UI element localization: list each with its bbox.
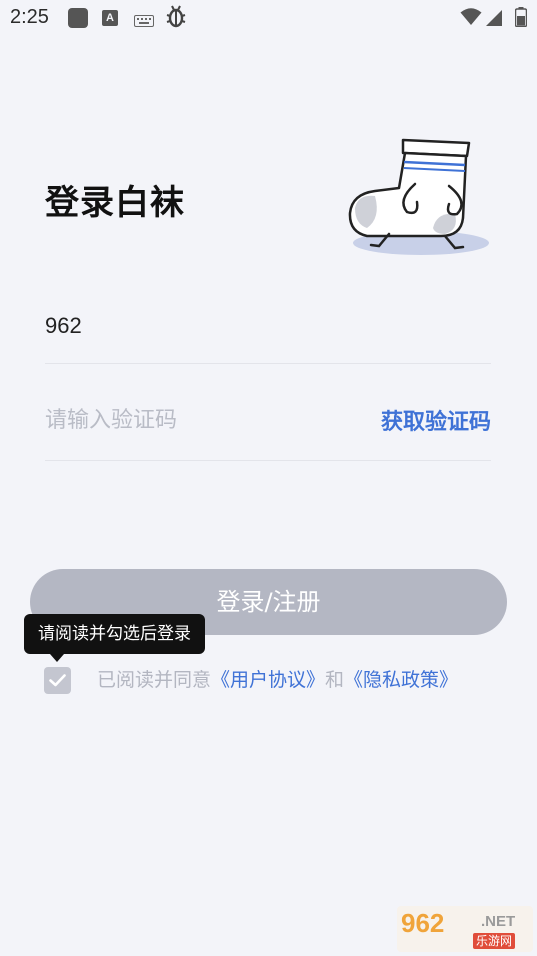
status-time: 2:25 — [10, 6, 49, 28]
check-icon — [49, 674, 66, 687]
keyboard-icon — [134, 12, 154, 31]
page-title: 登录白袜 — [45, 183, 185, 223]
agreement-conjunction: 和 — [325, 669, 345, 691]
watermark-subtitle: 乐游网 — [473, 933, 516, 949]
agreement-checkbox[interactable] — [44, 667, 71, 694]
user-agreement-link[interactable]: 《用户协议》 — [211, 669, 325, 691]
get-code-button[interactable]: 获取验证码 — [381, 404, 491, 436]
phone-input-value[interactable]: 962 — [45, 313, 82, 339]
square-app-icon — [68, 8, 88, 28]
phone-field[interactable]: 962 — [45, 305, 491, 364]
sock-mascot-illustration — [345, 128, 490, 264]
a-letter-icon: A — [102, 10, 118, 26]
tooltip-arrow — [50, 654, 64, 662]
agreement-tooltip: 请阅读并勾选后登录 — [24, 614, 205, 654]
agreement-prefix: 已阅读并同意 — [97, 669, 212, 691]
verification-code-input[interactable] — [45, 402, 345, 438]
verification-code-field: 获取验证码 — [45, 400, 491, 461]
wifi-icon — [460, 8, 482, 30]
signal-icon — [485, 9, 503, 31]
battery-icon — [514, 7, 528, 31]
privacy-policy-link[interactable]: 《隐私政策》 — [344, 669, 458, 691]
site-watermark: 962 .NET 乐游网 — [397, 906, 533, 952]
status-bar: 2:25 A — [0, 0, 537, 38]
watermark-logo: 962 — [401, 908, 445, 938]
watermark-suffix: .NET — [481, 913, 516, 930]
agreement-text: 已阅读并同意《用户协议》和《隐私政策》 — [97, 667, 458, 694]
bug-icon — [165, 4, 187, 35]
